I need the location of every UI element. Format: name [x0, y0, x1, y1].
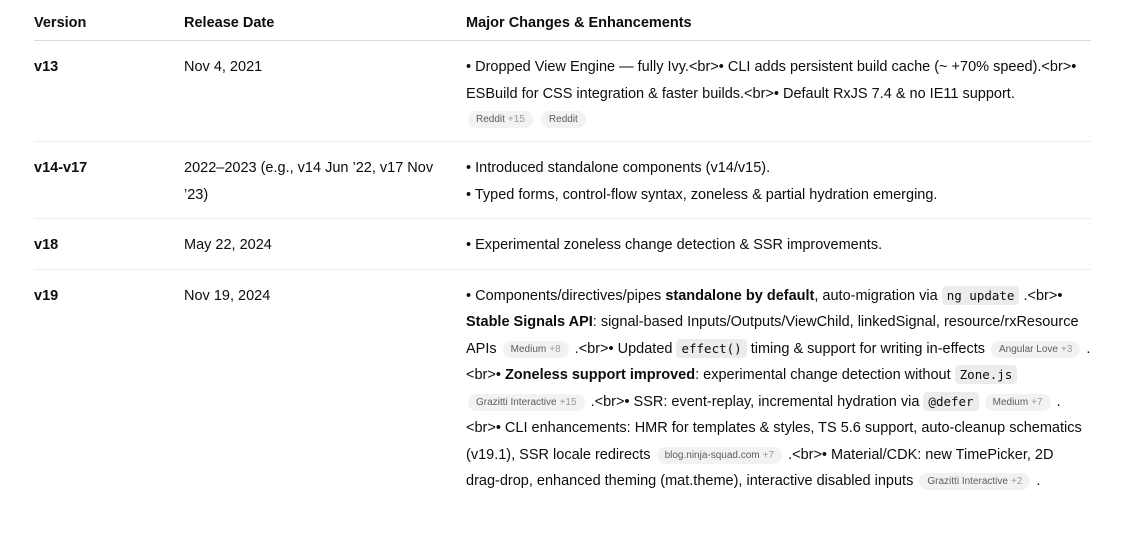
- source-chip[interactable]: Reddit +15: [468, 111, 533, 128]
- version-cell: v13: [34, 40, 184, 142]
- bold-text: Zoneless support improved: [504, 367, 696, 383]
- table-header-row: Version Release Date Major Changes & Enh…: [34, 0, 1091, 41]
- table-row: v19 Nov 19, 2024 • Components/directives…: [34, 269, 1091, 505]
- inline-code: @defer: [923, 391, 979, 411]
- date-cell: 2022–2023 (e.g., v14 Jun ’22, v17 Nov ’2…: [184, 141, 466, 219]
- source-chip[interactable]: blog.ninja-squad.com +7: [656, 446, 783, 464]
- source-chip[interactable]: Grazitti Interactive +15: [468, 393, 585, 411]
- version-cell: v14-v17: [34, 141, 184, 219]
- table-row: v14-v17 2022–2023 (e.g., v14 Jun ’22, v1…: [34, 141, 1091, 219]
- changes-cell: • Components/directives/pipes standalone…: [466, 285, 1091, 490]
- changes-cell: • Experimental zoneless change detection…: [466, 218, 1091, 270]
- table-row: v18 May 22, 2024 • Experimental zoneless…: [34, 218, 1091, 270]
- inline-code: ng update: [941, 285, 1020, 305]
- changes-text: • Dropped View Engine — fully Ivy.<br>• …: [466, 59, 1077, 102]
- date-cell: Nov 4, 2021: [184, 40, 466, 142]
- table-row: v13 Nov 4, 2021 • Dropped View Engine — …: [34, 40, 1091, 142]
- changes-line: • Typed forms, control-flow syntax, zone…: [466, 186, 938, 203]
- header-release-date: Release Date: [184, 0, 466, 41]
- changes-cell: • Introduced standalone components (v14/…: [466, 141, 1091, 219]
- bold-text: Stable Signals API: [466, 314, 593, 330]
- changes-line: • Experimental zoneless change detection…: [466, 237, 883, 253]
- source-chip[interactable]: Medium +7: [984, 393, 1051, 411]
- source-chip[interactable]: Medium +8: [502, 340, 569, 358]
- changes-line: • Introduced standalone components (v14/…: [466, 160, 771, 176]
- release-table: Version Release Date Major Changes & Enh…: [34, 0, 1091, 505]
- release-table-container: Version Release Date Major Changes & Enh…: [34, 0, 1091, 505]
- changes-cell: • Dropped View Engine — fully Ivy.<br>• …: [466, 40, 1091, 142]
- bold-text: standalone by default: [665, 287, 815, 304]
- version-cell: v18: [34, 218, 184, 270]
- source-chips: Reddit +15 Reddit: [466, 107, 1091, 131]
- header-changes: Major Changes & Enhancements: [466, 0, 1091, 41]
- header-version: Version: [34, 0, 184, 41]
- source-chip[interactable]: Reddit: [540, 111, 586, 128]
- date-cell: May 22, 2024: [184, 218, 466, 270]
- source-chip[interactable]: Angular Love +3: [991, 340, 1081, 358]
- date-cell: Nov 19, 2024: [184, 287, 271, 304]
- source-chip[interactable]: Grazitti Interactive +2: [919, 473, 1031, 490]
- inline-code: Zone.js: [954, 365, 1018, 384]
- version-cell: v19: [34, 287, 59, 304]
- inline-code: effect(): [676, 338, 747, 358]
